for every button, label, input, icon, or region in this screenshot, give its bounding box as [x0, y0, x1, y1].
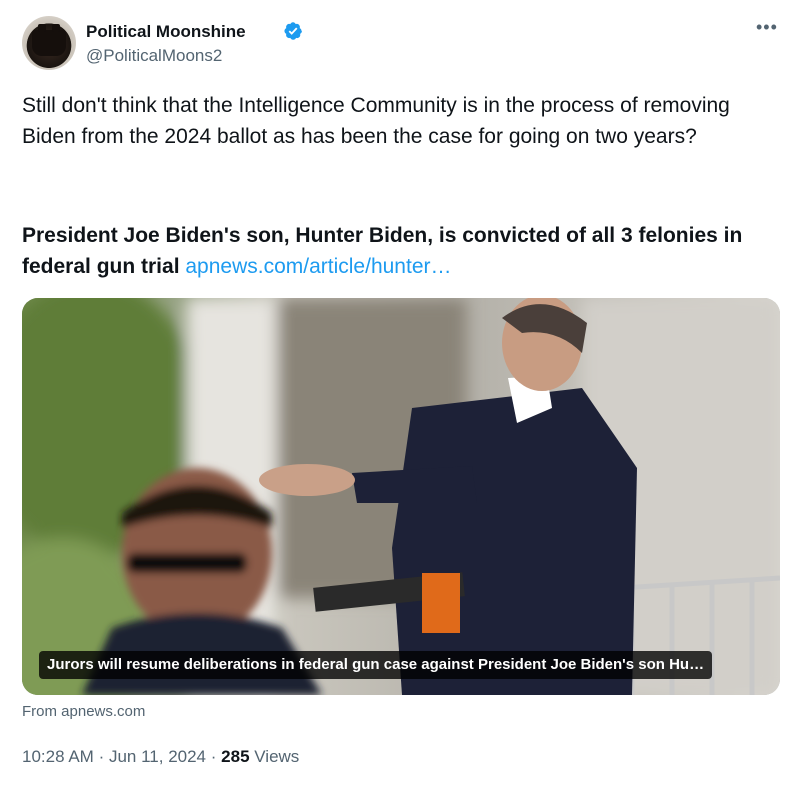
ellipsis-icon[interactable]: ••• [756, 18, 778, 36]
card-source[interactable]: From apnews.com [22, 703, 145, 720]
tweet-time[interactable]: 10:28 AM [22, 747, 94, 766]
views-label: Views [254, 747, 300, 766]
tweet-date[interactable]: Jun 11, 2024 [109, 747, 206, 766]
tweet-text: Still don't think that the Intelligence … [22, 94, 730, 148]
author-handle[interactable]: @PoliticalMoons2 [86, 46, 222, 66]
card-caption: Jurors will resume deliberations in fede… [39, 651, 713, 679]
tweet-header: Political Moonshine @PoliticalMoons2 ••• [22, 16, 782, 72]
separator: · [210, 747, 217, 766]
separator: · [98, 747, 105, 766]
article-image [22, 298, 780, 695]
author-display-name[interactable]: Political Moonshine [86, 22, 246, 42]
avatar[interactable] [22, 16, 76, 70]
article-link[interactable]: apnews.com/article/hunter… [185, 255, 451, 278]
tweet-meta: 10:28 AM · Jun 11, 2024 · 285 Views [22, 747, 299, 767]
quoted-headline: President Joe Biden's son, Hunter Biden,… [22, 220, 780, 282]
verified-badge-icon [284, 22, 302, 40]
views-count: 285 [221, 747, 250, 766]
link-preview-card[interactable]: Jurors will resume deliberations in fede… [22, 298, 780, 695]
